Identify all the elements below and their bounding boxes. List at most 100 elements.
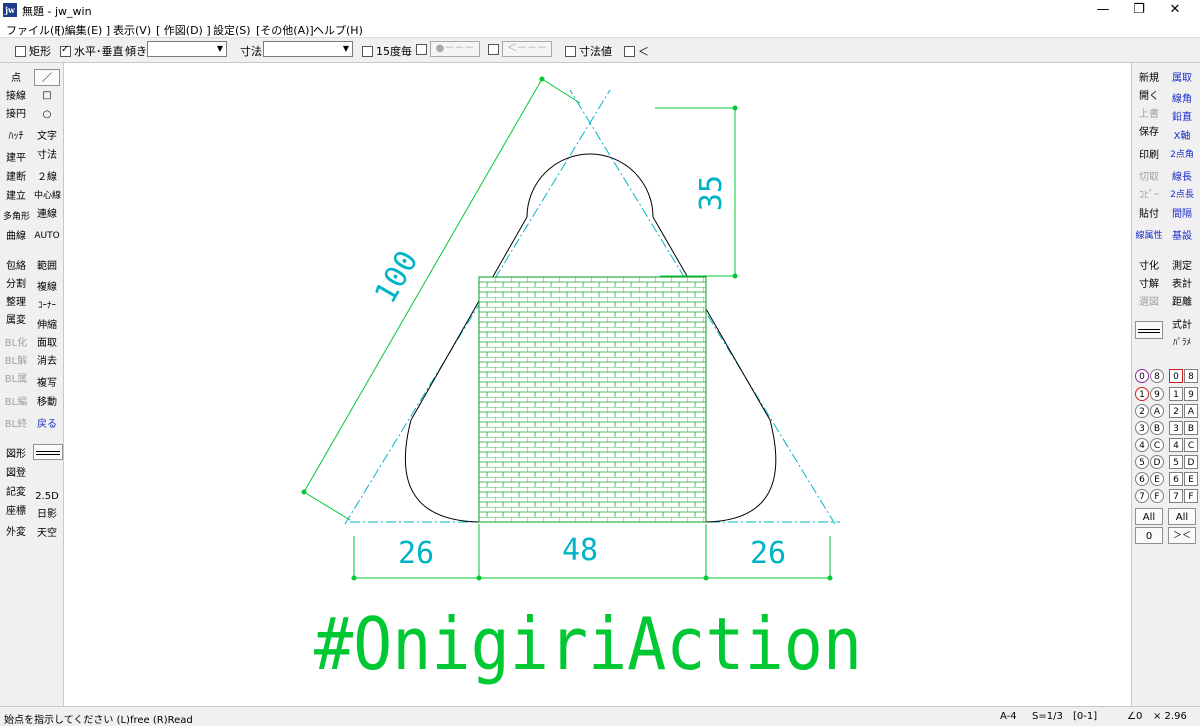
tool-envelope[interactable]: 包絡 — [3, 258, 29, 275]
layer-group-d[interactable]: D — [1150, 455, 1164, 469]
btn-open[interactable]: 開く — [1135, 88, 1163, 105]
ortho-checkbox[interactable] — [60, 44, 71, 57]
tool-bl-end[interactable]: BL終 — [3, 416, 29, 433]
layer-group-7[interactable]: 7 — [1135, 489, 1149, 503]
tool-elevation[interactable]: 建立 — [3, 188, 29, 205]
tool-bl-edit[interactable]: BL編 — [3, 394, 29, 411]
btn-save[interactable]: 保存 — [1135, 124, 1163, 141]
tool-figure[interactable]: 図形 — [3, 446, 29, 463]
btn-new[interactable]: 新規 — [1135, 70, 1163, 87]
tool-sky[interactable]: 天空 — [34, 525, 60, 542]
point-line-button[interactable]: ●－－－ — [430, 41, 480, 57]
btn-select-figure[interactable]: 選図 — [1135, 294, 1163, 311]
tool-corner[interactable]: ｺｰﾅｰ — [34, 298, 60, 315]
layer-group-e[interactable]: E — [1150, 472, 1164, 486]
lt-checkbox[interactable] — [624, 45, 635, 57]
tool-dimension[interactable]: 寸法 — [34, 147, 60, 164]
close-button[interactable]: ✕ — [1157, 0, 1193, 20]
layer-group-4[interactable]: 4 — [1135, 438, 1149, 452]
tool-offset[interactable]: 複線 — [34, 279, 60, 296]
tool-plan[interactable]: 建平 — [3, 150, 29, 167]
arrow-checkbox[interactable] — [488, 43, 499, 55]
tool-erase[interactable]: 消去 — [34, 353, 60, 370]
tool-bl-release[interactable]: BL解 — [3, 353, 29, 370]
layer-group-f[interactable]: F — [1150, 489, 1164, 503]
layer-group-3[interactable]: 3 — [1135, 421, 1149, 435]
btn-overwrite[interactable]: 上書 — [1135, 106, 1163, 123]
layer-e[interactable]: E — [1184, 472, 1198, 486]
layer-7[interactable]: 7 — [1169, 489, 1183, 503]
rect-checkbox[interactable] — [15, 45, 26, 57]
btn-x-axis[interactable]: X軸 — [1168, 128, 1196, 145]
dimval-checkbox[interactable] — [565, 45, 576, 57]
btn-attribute-get[interactable]: 属取 — [1168, 70, 1196, 87]
maximize-button[interactable]: ❐ — [1121, 0, 1157, 20]
tool-copy[interactable]: 複写 — [34, 375, 60, 392]
layer-4[interactable]: 4 — [1169, 438, 1183, 452]
ortho-toggle[interactable]: 水平･垂直 — [60, 43, 124, 59]
btn-line-angle[interactable]: 線角 — [1168, 91, 1196, 108]
line-width-selector[interactable] — [1135, 321, 1163, 339]
menu-view[interactable]: 表示(V) — [113, 22, 151, 38]
tool-text-change[interactable]: 記変 — [3, 484, 29, 501]
tool-circle[interactable]: ○ — [34, 106, 60, 123]
minimize-button[interactable]: — — [1085, 0, 1121, 20]
layer-group-all-button[interactable]: All — [1135, 508, 1163, 525]
point-toggle[interactable] — [416, 43, 430, 56]
status-angle[interactable]: ∠0 — [1127, 711, 1142, 722]
layer-all-button[interactable]: All — [1168, 508, 1196, 525]
btn-cut[interactable]: 切取 — [1135, 169, 1163, 186]
layer-0[interactable]: 0 — [1169, 369, 1183, 383]
status-scale[interactable]: S=1/3 — [1032, 711, 1063, 722]
arrow-line-button[interactable]: ＜－－－ — [502, 41, 552, 57]
layer-group-0[interactable]: 0 — [1135, 369, 1149, 383]
deg15-toggle[interactable]: 15度毎 — [362, 43, 412, 59]
arrow-toggle[interactable] — [488, 43, 502, 56]
layer-5[interactable]: 5 — [1169, 455, 1183, 469]
btn-paste[interactable]: 貼付 — [1135, 206, 1163, 223]
tool-stretch[interactable]: 伸縮 — [34, 317, 60, 334]
btn-dim-create[interactable]: 寸化 — [1135, 258, 1163, 275]
menu-edit[interactable]: [ 編集(E) ] — [57, 22, 110, 38]
tool-point[interactable]: 点 — [3, 70, 29, 87]
tool-connect-line[interactable]: 連線 — [34, 206, 60, 223]
layer-group-6[interactable]: 6 — [1135, 472, 1149, 486]
layer-zero-button[interactable]: 0 — [1135, 527, 1163, 544]
tool-external-change[interactable]: 外変 — [3, 524, 29, 541]
menu-draw[interactable]: [ 作図(D) ] — [156, 22, 211, 38]
tool-center-line[interactable]: 中心線 — [34, 188, 61, 205]
layer-group-8[interactable]: 8 — [1150, 369, 1164, 383]
btn-measure[interactable]: 測定 — [1168, 258, 1196, 275]
layer-1[interactable]: 1 — [1169, 387, 1183, 401]
tool-bl-attribute[interactable]: BL属 — [3, 371, 29, 388]
btn-base-set[interactable]: 基設 — [1168, 228, 1196, 245]
rect-toggle[interactable]: 矩形 — [15, 43, 51, 59]
layer-6[interactable]: 6 — [1169, 472, 1183, 486]
btn-print[interactable]: 印刷 — [1135, 147, 1163, 164]
tool-2-5d[interactable]: 2.5D — [34, 488, 60, 505]
tool-double-line[interactable]: ２線 — [34, 169, 60, 186]
layer-2[interactable]: 2 — [1169, 404, 1183, 418]
layer-group-1[interactable]: 1 — [1135, 387, 1149, 401]
tool-divide[interactable]: 分割 — [3, 276, 29, 293]
tool-coordinates[interactable]: 座標 — [3, 503, 29, 520]
btn-formula-calc[interactable]: 式計 — [1168, 317, 1196, 334]
layer-a[interactable]: A — [1184, 404, 1198, 418]
menu-help[interactable]: ヘルプ(H) — [313, 22, 363, 38]
btn-vertical[interactable]: 鉛直 — [1168, 109, 1196, 126]
drawing-canvas[interactable]: 100 35 26 48 26 #OnigiriAction — [64, 63, 1131, 706]
layer-d[interactable]: D — [1184, 455, 1198, 469]
menu-other[interactable]: [その他(A)] — [256, 22, 314, 38]
tool-tangent[interactable]: 接線 — [3, 88, 29, 105]
tool-hatch[interactable]: ﾊｯﾁ — [3, 128, 29, 145]
tool-section[interactable]: 建断 — [3, 169, 29, 186]
btn-line-attribute[interactable]: 線属性 — [1135, 228, 1163, 245]
btn-dim-release[interactable]: 寸解 — [1135, 276, 1163, 293]
tool-attribute-change[interactable]: 属変 — [3, 312, 29, 329]
btn-interval[interactable]: 間隔 — [1168, 206, 1196, 223]
tool-figure-register[interactable]: 図登 — [3, 465, 29, 482]
layer-b[interactable]: B — [1184, 421, 1198, 435]
status-layer[interactable]: [0-1] — [1073, 711, 1097, 722]
layer-group-a[interactable]: A — [1150, 404, 1164, 418]
layer-group-9[interactable]: 9 — [1150, 387, 1164, 401]
